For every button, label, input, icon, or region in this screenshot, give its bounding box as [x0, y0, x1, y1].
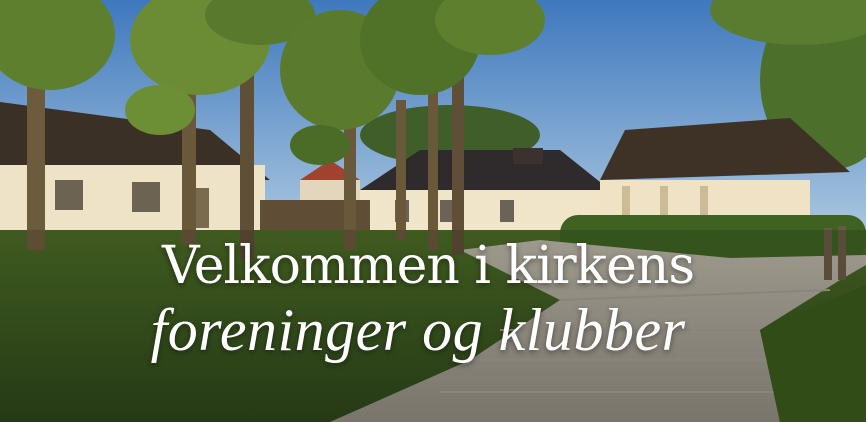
banner-headline: Velkommen i kirkens foreninger og klubbe…	[0, 236, 866, 364]
headline-line-2: foreninger og klubber	[150, 297, 686, 363]
headline-line-1: Velkommen i kirkens	[161, 236, 695, 296]
hero-banner: Velkommen i kirkens foreninger og klubbe…	[0, 0, 866, 422]
